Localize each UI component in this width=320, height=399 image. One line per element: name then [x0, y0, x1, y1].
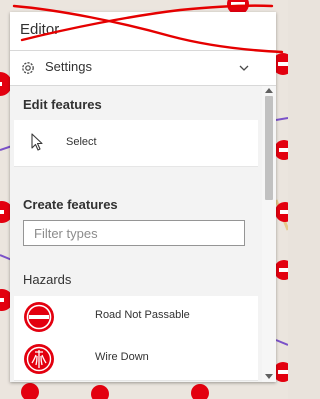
settings-label: Settings — [45, 59, 92, 74]
edit-features-heading: Edit features — [23, 97, 102, 112]
editor-body: Edit features Select Create features Haz… — [10, 86, 262, 382]
hazards-heading: Hazards — [23, 272, 72, 287]
editor-title: Editor — [20, 21, 60, 38]
scroll-up-arrow-icon[interactable] — [265, 88, 273, 93]
wire-down-icon — [24, 344, 54, 374]
editor-panel: Editor Settings Edit features Select Cre… — [10, 12, 276, 382]
feature-template-wire-down[interactable]: Wire Down — [14, 338, 258, 381]
select-tool-label: Select — [66, 136, 97, 148]
select-tool-row[interactable]: Select — [14, 120, 258, 167]
road-not-passable-icon — [24, 302, 54, 332]
editor-header: Editor — [10, 12, 276, 51]
create-features-heading: Create features — [23, 197, 118, 212]
scroll-down-arrow-icon[interactable] — [265, 374, 273, 379]
panel-scrollbar[interactable] — [262, 86, 276, 382]
gear-icon — [22, 62, 34, 74]
wire-down-label: Wire Down — [95, 351, 149, 363]
road-not-passable-label: Road Not Passable — [95, 309, 190, 321]
filter-types-input[interactable] — [23, 220, 245, 246]
scroll-thumb[interactable] — [265, 96, 273, 200]
cursor-arrow-icon — [31, 133, 43, 151]
feature-template-road-not-passable[interactable]: Road Not Passable — [14, 296, 258, 339]
chevron-down-icon — [239, 65, 249, 71]
settings-toggle[interactable]: Settings — [10, 51, 276, 86]
